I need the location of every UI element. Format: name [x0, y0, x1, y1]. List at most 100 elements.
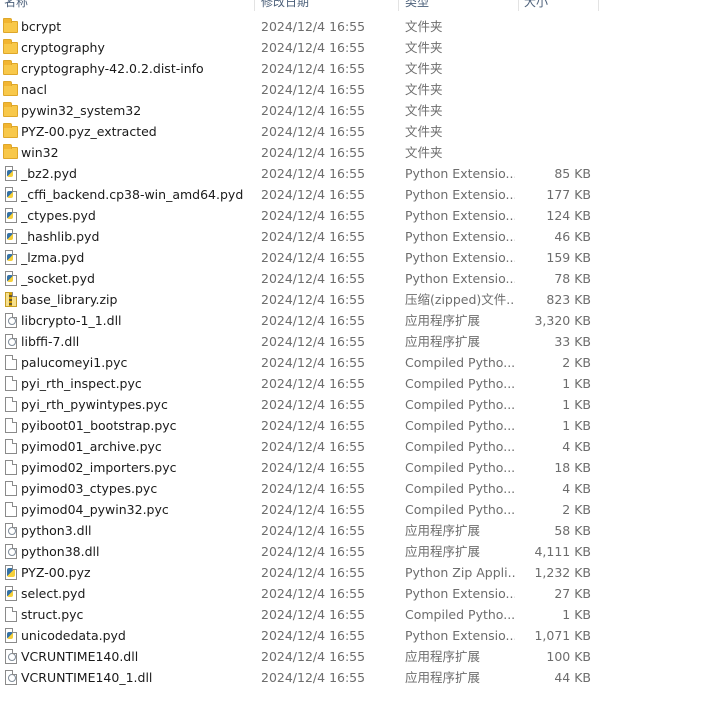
file-name: pyimod02_importers.pyc — [21, 460, 177, 475]
file-row[interactable]: libcrypto-1_1.dll 2024/12/4 16:55 应用程序扩展 3,… — [0, 310, 600, 331]
folder-icon — [3, 18, 18, 33]
file-row[interactable]: pyimod03_ctypes.pyc 2024/12/4 16:55 Compil… — [0, 478, 600, 499]
file-row[interactable]: pywin32_system32 2024/12/4 16:55 文件夹 — [0, 100, 600, 121]
file-date-modified: 2024/12/4 16:55 — [261, 145, 366, 160]
zip-file-icon — [5, 292, 17, 307]
folder-icon — [3, 81, 18, 96]
file-date-modified: 2024/12/4 16:55 — [261, 397, 366, 412]
file-size: 1,071 KB — [534, 628, 591, 643]
file-row[interactable]: libffi-7.dll 2024/12/4 16:55 应用程序扩展 33 KB — [0, 331, 600, 352]
file-type: Compiled Pytho... — [405, 481, 515, 496]
file-row[interactable]: _socket.pyd 2024/12/4 16:55 Python Extensi… — [0, 268, 600, 289]
file-type: 文件夹 — [405, 19, 443, 34]
file-type: 文件夹 — [405, 124, 443, 139]
file-row[interactable]: bcrypt 2024/12/4 16:55 文件夹 — [0, 16, 600, 37]
file-size: 58 KB — [554, 523, 591, 538]
file-type: Compiled Pytho... — [405, 418, 515, 433]
file-name: python38.dll — [21, 544, 100, 559]
file-row[interactable]: pyimod04_pywin32.pyc 2024/12/4 16:55 Compi… — [0, 499, 600, 520]
file-type: 应用程序扩展 — [405, 544, 481, 559]
file-icon — [5, 607, 17, 622]
file-size: 3,320 KB — [534, 313, 591, 328]
file-row[interactable]: pyi_rth_inspect.pyc 2024/12/4 16:55 Compil… — [0, 373, 600, 394]
file-row[interactable]: pyimod01_archive.pyc 2024/12/4 16:55 Compi… — [0, 436, 600, 457]
file-name: pyi_rth_inspect.pyc — [21, 376, 142, 391]
file-name: pyimod01_archive.pyc — [21, 439, 162, 454]
file-type: Python Extensio... — [405, 166, 515, 181]
file-size — [520, 142, 591, 163]
file-date-modified: 2024/12/4 16:55 — [261, 124, 366, 139]
file-type: Python Extensio... — [405, 271, 515, 286]
column-header-name[interactable]: 名称 — [4, 0, 244, 11]
file-row[interactable]: nacl 2024/12/4 16:55 文件夹 — [0, 79, 600, 100]
file-size: 44 KB — [554, 670, 591, 685]
file-size — [520, 37, 591, 58]
file-date-modified: 2024/12/4 16:55 — [261, 586, 366, 601]
dll-file-icon — [5, 313, 17, 328]
file-name: pywin32_system32 — [21, 103, 142, 118]
file-row[interactable]: win32 2024/12/4 16:55 文件夹 — [0, 142, 600, 163]
file-size: 2 KB — [562, 502, 591, 517]
file-row[interactable]: cryptography-42.0.2.dist-info 2024/12/4 1… — [0, 58, 600, 79]
column-divider[interactable] — [518, 0, 519, 11]
file-row[interactable]: _ctypes.pyd 2024/12/4 16:55 Python Extensi… — [0, 205, 600, 226]
file-row[interactable]: _lzma.pyd 2024/12/4 16:55 Python Extensio.… — [0, 247, 600, 268]
file-size: 1 KB — [562, 376, 591, 391]
file-row[interactable]: _cffi_backend.cp38-win_amd64.pyd 2024/12/… — [0, 184, 600, 205]
file-row[interactable]: pyiboot01_bootstrap.pyc 2024/12/4 16:55 Co… — [0, 415, 600, 436]
file-icon — [5, 376, 17, 391]
file-name: _cffi_backend.cp38-win_amd64.pyd — [21, 187, 244, 202]
file-icon — [5, 481, 17, 496]
column-divider[interactable] — [598, 0, 599, 11]
file-row[interactable]: _bz2.pyd 2024/12/4 16:55 Python Extensio..… — [0, 163, 600, 184]
file-icon — [5, 418, 17, 433]
column-divider[interactable] — [254, 0, 255, 11]
file-row[interactable]: struct.pyc 2024/12/4 16:55 Compiled Pytho.… — [0, 604, 600, 625]
pyz-file-icon — [5, 565, 17, 580]
file-type: 应用程序扩展 — [405, 313, 481, 328]
file-type: Python Extensio... — [405, 628, 515, 643]
file-row[interactable]: python3.dll 2024/12/4 16:55 应用程序扩展 58 KB — [0, 520, 600, 541]
file-name: nacl — [21, 82, 47, 97]
file-size — [520, 16, 591, 37]
column-header-type[interactable]: 类型 — [405, 0, 515, 11]
column-header-date[interactable]: 修改日期 — [261, 0, 391, 11]
column-header-size[interactable]: 大小 — [524, 0, 592, 11]
file-size: 124 KB — [546, 208, 591, 223]
file-row[interactable]: PYZ-00.pyz 2024/12/4 16:55 Python Zip Appl… — [0, 562, 600, 583]
file-row[interactable]: unicodedata.pyd 2024/12/4 16:55 Python Ext… — [0, 625, 600, 646]
file-date-modified: 2024/12/4 16:55 — [261, 82, 366, 97]
file-type: Compiled Pytho... — [405, 460, 515, 475]
file-name: pyi_rth_pywintypes.pyc — [21, 397, 168, 412]
file-row[interactable]: python38.dll 2024/12/4 16:55 应用程序扩展 4,111 K… — [0, 541, 600, 562]
file-size: 823 KB — [546, 292, 591, 307]
file-size: 78 KB — [554, 271, 591, 286]
file-size: 33 KB — [554, 334, 591, 349]
file-row[interactable]: _hashlib.pyd 2024/12/4 16:55 Python Extens… — [0, 226, 600, 247]
python-file-icon — [5, 208, 17, 223]
python-file-icon — [5, 250, 17, 265]
python-file-icon — [5, 586, 17, 601]
file-type: 应用程序扩展 — [405, 334, 481, 349]
file-icon — [5, 397, 17, 412]
file-date-modified: 2024/12/4 16:55 — [261, 19, 366, 34]
file-date-modified: 2024/12/4 16:55 — [261, 565, 366, 580]
file-date-modified: 2024/12/4 16:55 — [261, 40, 366, 55]
file-row[interactable]: palucomeyi1.pyc 2024/12/4 16:55 Compiled P… — [0, 352, 600, 373]
file-row[interactable]: pyimod02_importers.pyc 2024/12/4 16:55 Com… — [0, 457, 600, 478]
file-date-modified: 2024/12/4 16:55 — [261, 271, 366, 286]
file-row[interactable]: VCRUNTIME140.dll 2024/12/4 16:55 应用程序扩展 100… — [0, 646, 600, 667]
column-divider[interactable] — [398, 0, 399, 11]
file-row[interactable]: pyi_rth_pywintypes.pyc 2024/12/4 16:55 Com… — [0, 394, 600, 415]
file-type: 应用程序扩展 — [405, 649, 481, 664]
file-date-modified: 2024/12/4 16:55 — [261, 502, 366, 517]
file-size: 1 KB — [562, 607, 591, 622]
file-row[interactable]: VCRUNTIME140_1.dll 2024/12/4 16:55 应用程序扩展 4… — [0, 667, 600, 688]
file-row[interactable]: select.pyd 2024/12/4 16:55 Python Extensio… — [0, 583, 600, 604]
file-name: palucomeyi1.pyc — [21, 355, 128, 370]
file-row[interactable]: cryptography 2024/12/4 16:55 文件夹 — [0, 37, 600, 58]
file-type: Compiled Pytho... — [405, 397, 515, 412]
file-type: 压缩(zipped)文件... — [405, 292, 515, 307]
file-row[interactable]: base_library.zip 2024/12/4 16:55 压缩(zipped… — [0, 289, 600, 310]
file-row[interactable]: PYZ-00.pyz_extracted 2024/12/4 16:55 文件夹 — [0, 121, 600, 142]
